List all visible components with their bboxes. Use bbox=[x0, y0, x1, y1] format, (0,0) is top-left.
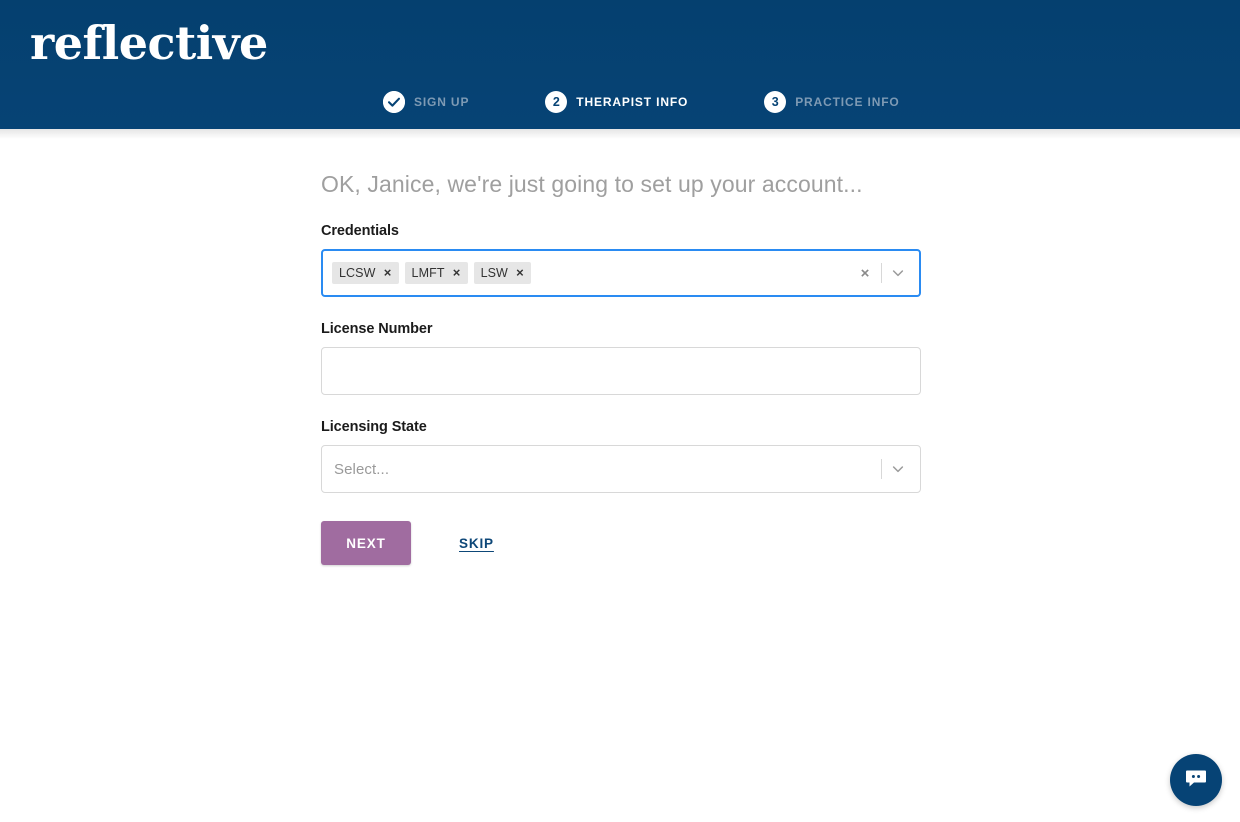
field-credentials: Credentials LCSW × LMFT × LSW × × bbox=[321, 222, 921, 297]
check-circle-icon bbox=[383, 91, 405, 113]
label-credentials: Credentials bbox=[321, 223, 399, 239]
form-actions: Next Skip bbox=[321, 521, 921, 565]
credentials-tag-list: LCSW × LMFT × LSW × bbox=[332, 258, 851, 288]
clear-all-glyph: × bbox=[860, 264, 870, 282]
license-number-control[interactable] bbox=[321, 347, 921, 395]
skip-link[interactable]: Skip bbox=[459, 536, 494, 551]
tag-label: LMFT bbox=[411, 266, 445, 280]
tag-remove-icon[interactable]: × bbox=[450, 262, 468, 284]
tag-label: LSW bbox=[480, 266, 508, 280]
chevron-down-icon[interactable] bbox=[884, 450, 912, 488]
label-licensing-state: Licensing State bbox=[321, 419, 427, 435]
chevron-down-icon[interactable] bbox=[884, 254, 912, 292]
onboarding-stepper: SIGN UP 2 THERAPIST INFO 3 PRACTICE INFO bbox=[383, 91, 900, 113]
tag-remove-icon[interactable]: × bbox=[513, 262, 531, 284]
tag-label: LCSW bbox=[339, 266, 376, 280]
licensing-state-indicators bbox=[879, 450, 912, 488]
licensing-state-select[interactable]: Select... bbox=[321, 445, 921, 493]
step-number-badge-3: 3 bbox=[764, 91, 787, 113]
licensing-state-placeholder: Select... bbox=[334, 460, 390, 478]
indicator-divider bbox=[881, 459, 882, 479]
tag-lsw: LSW × bbox=[473, 262, 531, 284]
onboarding-form: OK, Janice, we're just going to set up y… bbox=[321, 129, 921, 565]
chat-bubble-icon bbox=[1183, 765, 1209, 796]
tag-remove-icon[interactable]: × bbox=[381, 262, 399, 284]
indicator-divider bbox=[881, 263, 882, 283]
tag-lmft: LMFT × bbox=[404, 262, 468, 284]
stepper-label-practice-info: PRACTICE INFO bbox=[795, 95, 900, 109]
license-number-input[interactable] bbox=[332, 348, 912, 394]
field-licensing-state: Licensing State Select... bbox=[321, 418, 921, 493]
next-button[interactable]: Next bbox=[321, 521, 411, 565]
page-title: OK, Janice, we're just going to set up y… bbox=[321, 171, 863, 197]
onboarding-page: reflective SIGN UP 2 THERAPIST INFO 3 PR… bbox=[0, 0, 1240, 822]
stepper-step-sign-up[interactable]: SIGN UP bbox=[383, 91, 469, 113]
label-license-number: License Number bbox=[321, 321, 433, 337]
credentials-multiselect[interactable]: LCSW × LMFT × LSW × × bbox=[321, 249, 921, 297]
tag-lcsw: LCSW × bbox=[332, 262, 399, 284]
clear-all-icon[interactable]: × bbox=[851, 254, 879, 292]
stepper-step-practice-info[interactable]: 3 PRACTICE INFO bbox=[764, 91, 899, 113]
stepper-label-sign-up: SIGN UP bbox=[414, 95, 470, 109]
app-header: reflective SIGN UP 2 THERAPIST INFO 3 PR… bbox=[0, 0, 1240, 129]
brand-logo[interactable]: reflective bbox=[30, 14, 268, 72]
chat-support-button[interactable] bbox=[1170, 754, 1222, 806]
field-license-number: License Number bbox=[321, 320, 921, 395]
stepper-step-therapist-info[interactable]: 2 THERAPIST INFO bbox=[545, 91, 688, 113]
credentials-indicators: × bbox=[851, 254, 912, 292]
step-number-badge-2: 2 bbox=[545, 91, 568, 113]
stepper-label-therapist-info: THERAPIST INFO bbox=[576, 95, 689, 109]
